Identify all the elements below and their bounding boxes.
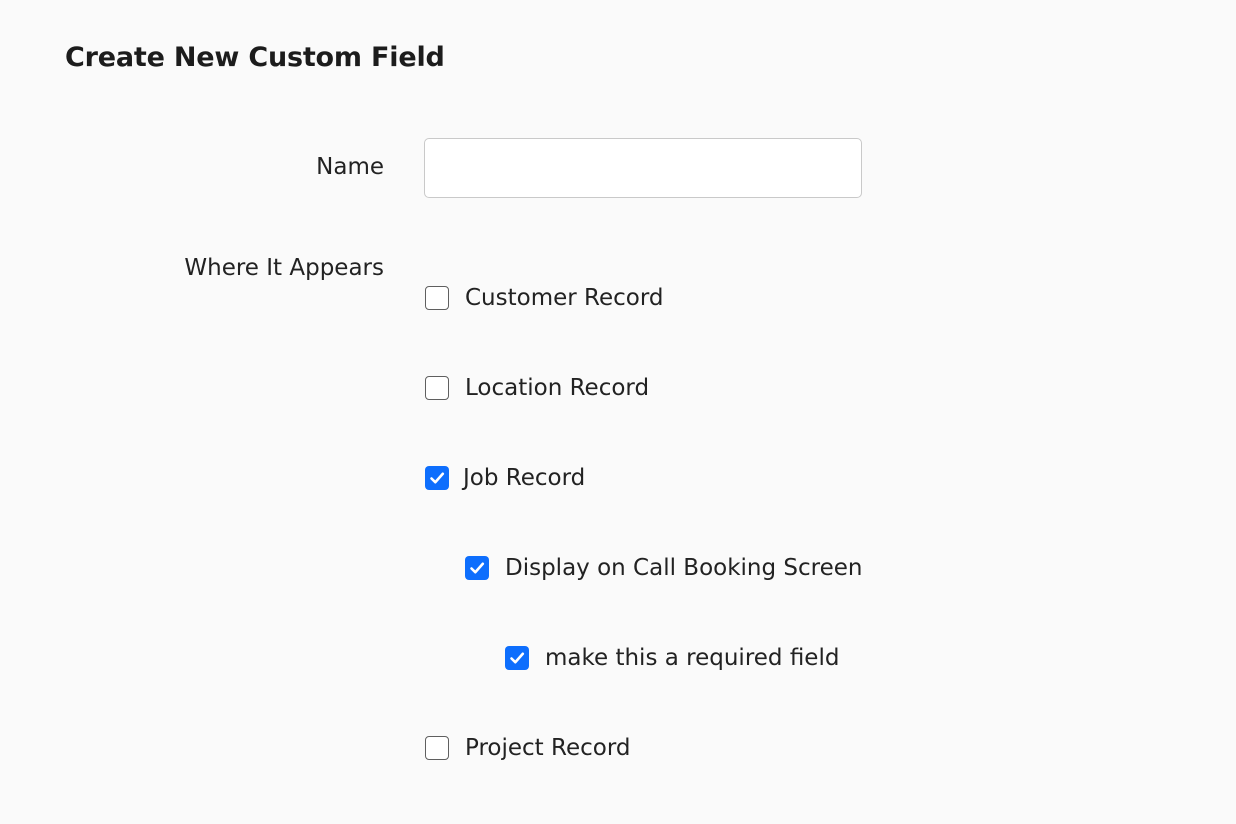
location-record-label: Location Record [465, 375, 650, 401]
customer-record-checkbox[interactable] [425, 286, 449, 310]
where-it-appears-label: Where It Appears [184, 255, 384, 281]
customer-record-label: Customer Record [465, 285, 664, 311]
required-field-label: make this a required field [545, 645, 840, 671]
customer-record-option[interactable]: Customer Record [425, 283, 664, 313]
location-record-option[interactable]: Location Record [425, 373, 649, 403]
project-record-label: Project Record [465, 735, 631, 761]
job-record-label: Job Record [463, 465, 586, 491]
name-label: Name [316, 154, 384, 180]
job-record-option[interactable]: Job Record [425, 463, 585, 493]
page-title: Create New Custom Field [65, 42, 445, 73]
required-field-option[interactable]: make this a required field [505, 643, 839, 673]
required-field-checkbox[interactable] [505, 646, 529, 670]
job-record-checkbox[interactable] [425, 466, 449, 490]
location-record-checkbox[interactable] [425, 376, 449, 400]
name-input[interactable] [424, 138, 862, 198]
display-on-call-booking-checkbox[interactable] [465, 556, 489, 580]
custom-field-form: Create New Custom Field Name Where It Ap… [0, 0, 1236, 824]
project-record-checkbox[interactable] [425, 736, 449, 760]
project-record-option[interactable]: Project Record [425, 733, 630, 763]
display-on-call-booking-label: Display on Call Booking Screen [505, 555, 863, 581]
display-on-call-booking-option[interactable]: Display on Call Booking Screen [465, 553, 863, 583]
